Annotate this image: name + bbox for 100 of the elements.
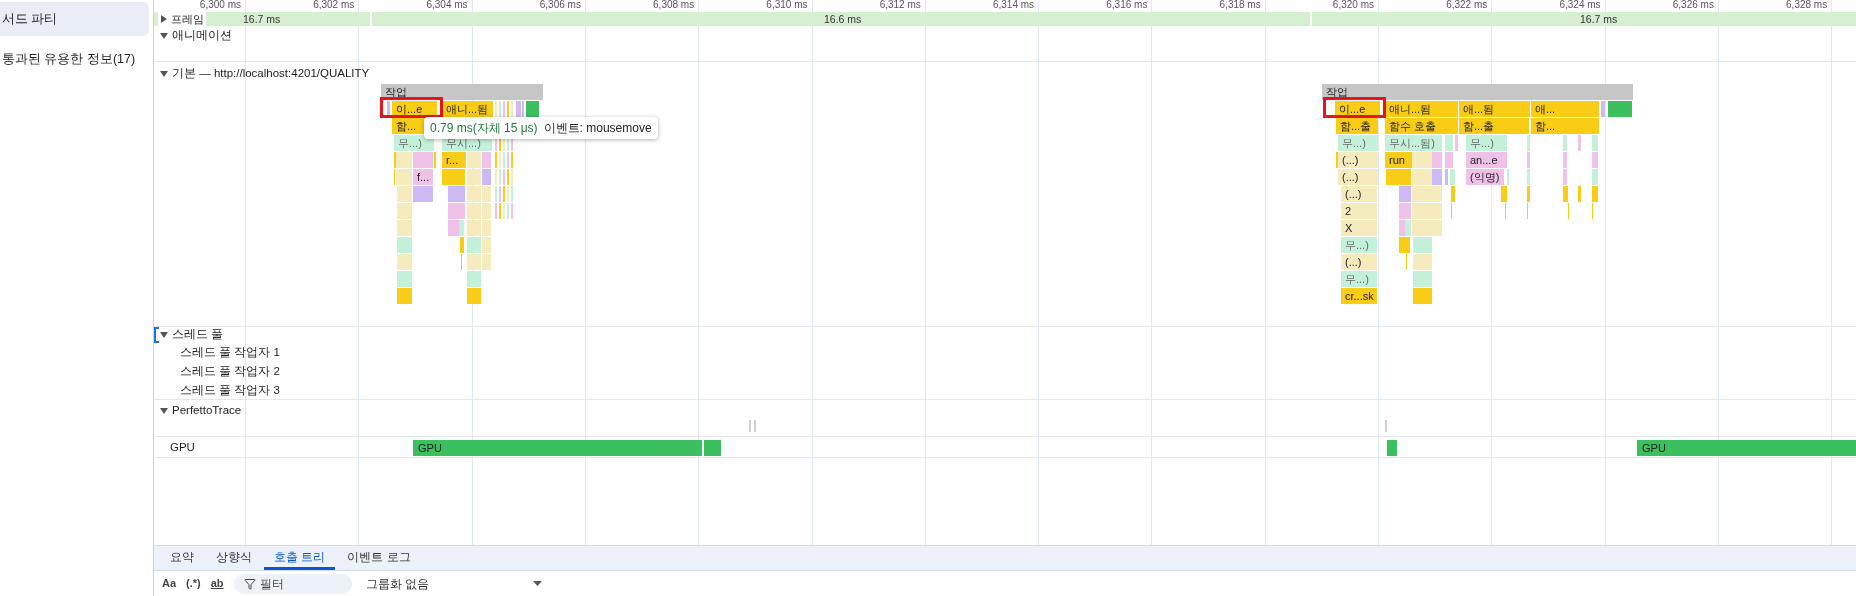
frame-duration: 16.6 ms <box>824 12 862 26</box>
flame-bar <box>1507 101 1530 117</box>
flame-bar <box>397 288 412 304</box>
trace-mark <box>1385 420 1387 432</box>
trace-mark <box>749 420 751 432</box>
flame-bar[interactable]: (...) <box>1338 169 1378 185</box>
flame-bar[interactable]: 함...출 <box>1336 118 1378 134</box>
flame-bar <box>526 101 539 117</box>
time-tick-label: 6,302 ms <box>313 0 356 11</box>
flame-bar[interactable]: X <box>1341 220 1377 236</box>
time-tick-label: 6,304 ms <box>426 0 469 11</box>
flame-bar <box>1578 186 1581 202</box>
time-tick-label: 6,318 ms <box>1219 0 1262 11</box>
caret-icon <box>532 581 542 586</box>
flame-bar <box>397 254 412 270</box>
panel-tab[interactable]: 요약 <box>160 546 204 570</box>
flame-bar <box>397 271 412 287</box>
flame-bar <box>397 186 412 202</box>
flame-bar[interactable]: 무...) <box>1341 237 1377 253</box>
flame-bar <box>1413 288 1432 304</box>
gpu-bar[interactable]: GPU <box>1637 440 1856 456</box>
flame-bar[interactable]: 함... <box>1531 118 1569 134</box>
flame-bar <box>397 203 412 219</box>
flame-bar <box>1608 101 1632 117</box>
flame-bar <box>1601 101 1605 117</box>
track-title[interactable]: 스레드 풀 작업자 1 <box>154 343 1856 362</box>
flame-bar[interactable]: 무시...됨) <box>1385 135 1442 151</box>
whole-word-button[interactable]: ab <box>210 575 224 592</box>
flame-bar <box>397 237 412 253</box>
regex-button[interactable]: (.*) <box>186 575 201 592</box>
flame-bar <box>467 288 481 304</box>
flame-bar <box>442 169 465 185</box>
time-tick-label: 6,328 ms <box>1786 0 1829 11</box>
track-title[interactable]: 애니메이션 <box>172 27 232 45</box>
grouping-dropdown[interactable]: 그룹화 없음 <box>361 574 542 593</box>
time-tick-label: 6,320 ms <box>1332 0 1375 11</box>
time-tick-label: 6,300 ms <box>199 0 242 11</box>
match-case-button[interactable]: Aa <box>162 575 177 592</box>
flame-bar[interactable]: 애니...됨 <box>1385 101 1443 117</box>
flame-bar[interactable]: (...) <box>1341 186 1377 202</box>
flame-bar <box>397 220 412 236</box>
flame-bar <box>1413 271 1432 287</box>
flame-bar[interactable]: 함...출 <box>1459 118 1529 134</box>
panel-tab[interactable]: 상향식 <box>206 546 262 570</box>
flame-bar[interactable]: (익명) <box>1466 169 1504 185</box>
track-title[interactable]: 스레드 풀 작업자 2 <box>154 362 1856 381</box>
panel-tab[interactable]: 이벤트 로그 <box>337 546 421 570</box>
flame-bar[interactable]: (...) <box>1338 152 1378 168</box>
time-tick-label: 6,314 ms <box>992 0 1036 11</box>
flame-bar <box>413 186 433 202</box>
expand-arrow-icon[interactable] <box>160 15 168 23</box>
track-title[interactable]: 스레드 풀 작업자 3 <box>154 381 1856 400</box>
panel-tab[interactable]: 호출 트리 <box>264 546 336 570</box>
frame-duration: 16.7 ms <box>1580 12 1618 26</box>
flame-bar[interactable]: 무...) <box>1338 135 1378 151</box>
track-title[interactable]: PerfettoTrace <box>172 402 242 420</box>
filter-icon <box>243 577 256 590</box>
flame-bar[interactable]: 작업 <box>381 84 543 100</box>
gpu-bar[interactable]: GPU <box>413 440 702 456</box>
time-tick-label: 6,316 ms <box>1106 0 1149 11</box>
flame-bar[interactable]: 함수 호출 <box>1385 118 1443 134</box>
time-tick-label: 6,308 ms <box>653 0 696 11</box>
track-title[interactable]: 기본 — http://localhost:4201/QUALITY <box>172 65 370 83</box>
flame-bar <box>1413 254 1432 270</box>
time-tick-label: 6,326 ms <box>1672 0 1715 11</box>
track-title[interactable]: GPU <box>170 437 195 458</box>
flame-bar[interactable]: an...e <box>1466 152 1507 168</box>
flame-bar[interactable]: 애...됨 <box>1459 101 1507 117</box>
expand-arrow-icon[interactable] <box>160 331 168 339</box>
flame-bar[interactable]: (...) <box>1341 254 1377 270</box>
flame-bar[interactable]: 작업 <box>1322 84 1633 100</box>
sidebar-item[interactable]: 통과된 유용한 정보(17) <box>0 42 149 76</box>
tooltip-event: 이벤트: mousemove <box>543 120 652 137</box>
flame-bar[interactable]: f... <box>413 169 433 185</box>
flame-bar <box>448 186 465 202</box>
flame-bar <box>1569 101 1599 117</box>
flame-bar[interactable]: 애니...됨 <box>442 101 493 117</box>
sidebar-item[interactable]: 서드 파티 <box>0 2 149 36</box>
flame-bar[interactable]: cr...sk <box>1341 288 1377 304</box>
track-title[interactable]: 스레드 풀 <box>172 326 224 344</box>
flame-bar <box>1443 101 1458 117</box>
flame-bar[interactable]: r... <box>442 152 466 168</box>
trace-mark <box>754 420 756 432</box>
expand-arrow-icon[interactable] <box>160 407 168 415</box>
flame-bar[interactable]: 무...) <box>1341 271 1377 287</box>
frame-duration: 16.7 ms <box>243 12 281 26</box>
time-tick-label: 6,322 ms <box>1446 0 1489 11</box>
flame-bar[interactable]: 애... <box>1531 101 1569 117</box>
flame-bar[interactable]: run <box>1385 152 1412 168</box>
time-tick-label: 6,324 ms <box>1559 0 1602 11</box>
flame-bar[interactable]: 무...) <box>1466 135 1507 151</box>
time-tick-label: 6,306 ms <box>539 0 582 11</box>
flame-bar <box>387 101 390 117</box>
expand-arrow-icon[interactable] <box>160 70 168 78</box>
time-tick-label: 6,312 ms <box>879 0 922 11</box>
flame-bar[interactable]: 2 <box>1341 203 1377 219</box>
filter-field[interactable]: 필터 <box>233 573 352 594</box>
time-tick-label: 6,310 ms <box>766 0 809 11</box>
expand-arrow-icon[interactable] <box>160 32 168 40</box>
flame-bar[interactable]: 무...) <box>394 135 434 151</box>
